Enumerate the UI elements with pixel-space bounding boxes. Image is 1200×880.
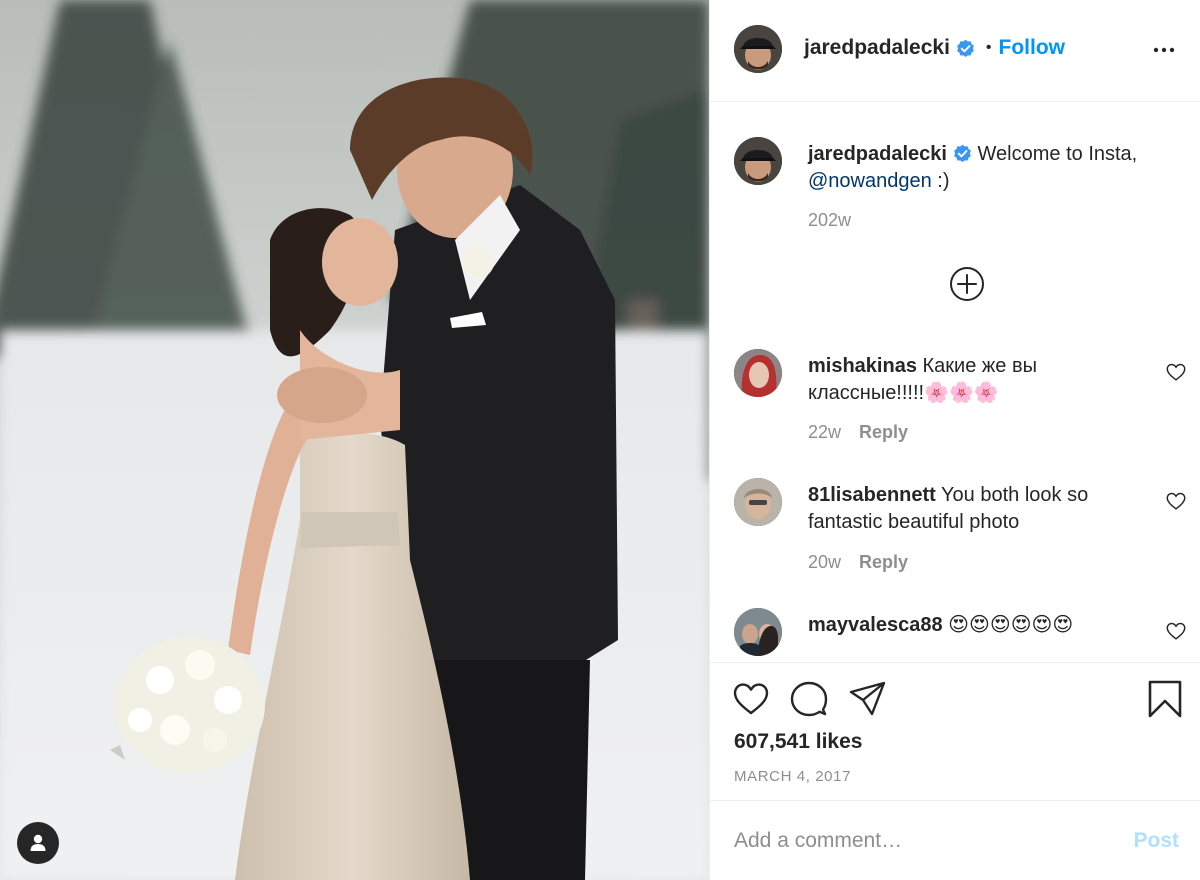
comment-meta: 22w Reply bbox=[808, 422, 908, 443]
share-icon[interactable] bbox=[848, 680, 886, 718]
user-icon bbox=[30, 834, 46, 851]
header-author-line: jaredpadalecki • Follow bbox=[804, 36, 1065, 60]
heart-icon[interactable] bbox=[1165, 490, 1187, 512]
comment-input[interactable] bbox=[734, 823, 1114, 859]
caption-username[interactable]: jaredpadalecki bbox=[808, 143, 947, 165]
post-date[interactable]: MARCH 4, 2017 bbox=[734, 768, 851, 785]
caption-mention-link[interactable]: @nowandgen bbox=[808, 170, 932, 192]
bookmark-icon[interactable] bbox=[1146, 680, 1184, 718]
post-header: jaredpadalecki • Follow bbox=[710, 0, 1200, 102]
comment-age[interactable]: 20w bbox=[808, 552, 841, 573]
verified-badge-icon bbox=[957, 39, 974, 57]
tagged-users-button[interactable] bbox=[17, 822, 59, 864]
reply-button[interactable]: Reply bbox=[859, 422, 908, 443]
more-options-icon[interactable] bbox=[1152, 38, 1176, 62]
caption-suffix: :) bbox=[931, 170, 950, 192]
comment-text: 81lisabennett You both look so fantastic… bbox=[808, 482, 1158, 536]
header-separator: • bbox=[985, 39, 992, 56]
comment-icon[interactable] bbox=[790, 680, 828, 718]
commenter-avatar[interactable] bbox=[734, 608, 782, 656]
plus-circle-icon[interactable] bbox=[949, 266, 985, 302]
likes-count[interactable]: 607,541 likes bbox=[734, 730, 862, 754]
follow-button[interactable]: Follow bbox=[999, 36, 1066, 60]
commenter-avatar[interactable] bbox=[734, 349, 782, 397]
comment-text: mishakinas Какие же вы классные!!!!!🌸🌸🌸 bbox=[808, 353, 1158, 407]
author-avatar[interactable] bbox=[734, 25, 782, 73]
caption-body: Welcome to Insta, bbox=[977, 143, 1138, 165]
caption-meta: 202w bbox=[808, 210, 851, 231]
heart-icon[interactable] bbox=[732, 680, 770, 718]
post-comment-button[interactable]: Post bbox=[1133, 829, 1179, 853]
add-comment-bar: Post bbox=[710, 800, 1200, 880]
comment-body: 😍😍😍😍😍😍 bbox=[948, 614, 1074, 636]
comment-meta: 20w Reply bbox=[808, 552, 908, 573]
instagram-post-view: jaredpadalecki • Follow jaredpadalecki W… bbox=[0, 0, 1200, 880]
caption-age[interactable]: 202w bbox=[808, 210, 851, 231]
comment-age[interactable]: 22w bbox=[808, 422, 841, 443]
wedding-photo-image bbox=[0, 0, 709, 880]
post-photo[interactable] bbox=[0, 0, 709, 880]
comment-username[interactable]: 81lisabennett bbox=[808, 484, 936, 506]
post-side-panel: jaredpadalecki • Follow jaredpadalecki W… bbox=[709, 0, 1200, 880]
reply-button[interactable]: Reply bbox=[859, 552, 908, 573]
heart-icon[interactable] bbox=[1165, 361, 1187, 383]
author-username[interactable]: jaredpadalecki bbox=[804, 36, 950, 60]
caption-text: jaredpadalecki Welcome to Insta, @nowand… bbox=[808, 141, 1158, 195]
comment-username[interactable]: mayvalesca88 bbox=[808, 614, 943, 636]
comment-text: mayvalesca88 😍😍😍😍😍😍 bbox=[808, 612, 1158, 639]
comment-username[interactable]: mishakinas bbox=[808, 355, 917, 377]
post-actions: 607,541 likes MARCH 4, 2017 bbox=[710, 662, 1200, 800]
comments-list[interactable]: jaredpadalecki Welcome to Insta, @nowand… bbox=[710, 103, 1200, 661]
caption-author-avatar[interactable] bbox=[734, 137, 782, 185]
commenter-avatar[interactable] bbox=[734, 478, 782, 526]
heart-icon[interactable] bbox=[1165, 620, 1187, 642]
verified-badge-icon bbox=[954, 144, 971, 163]
